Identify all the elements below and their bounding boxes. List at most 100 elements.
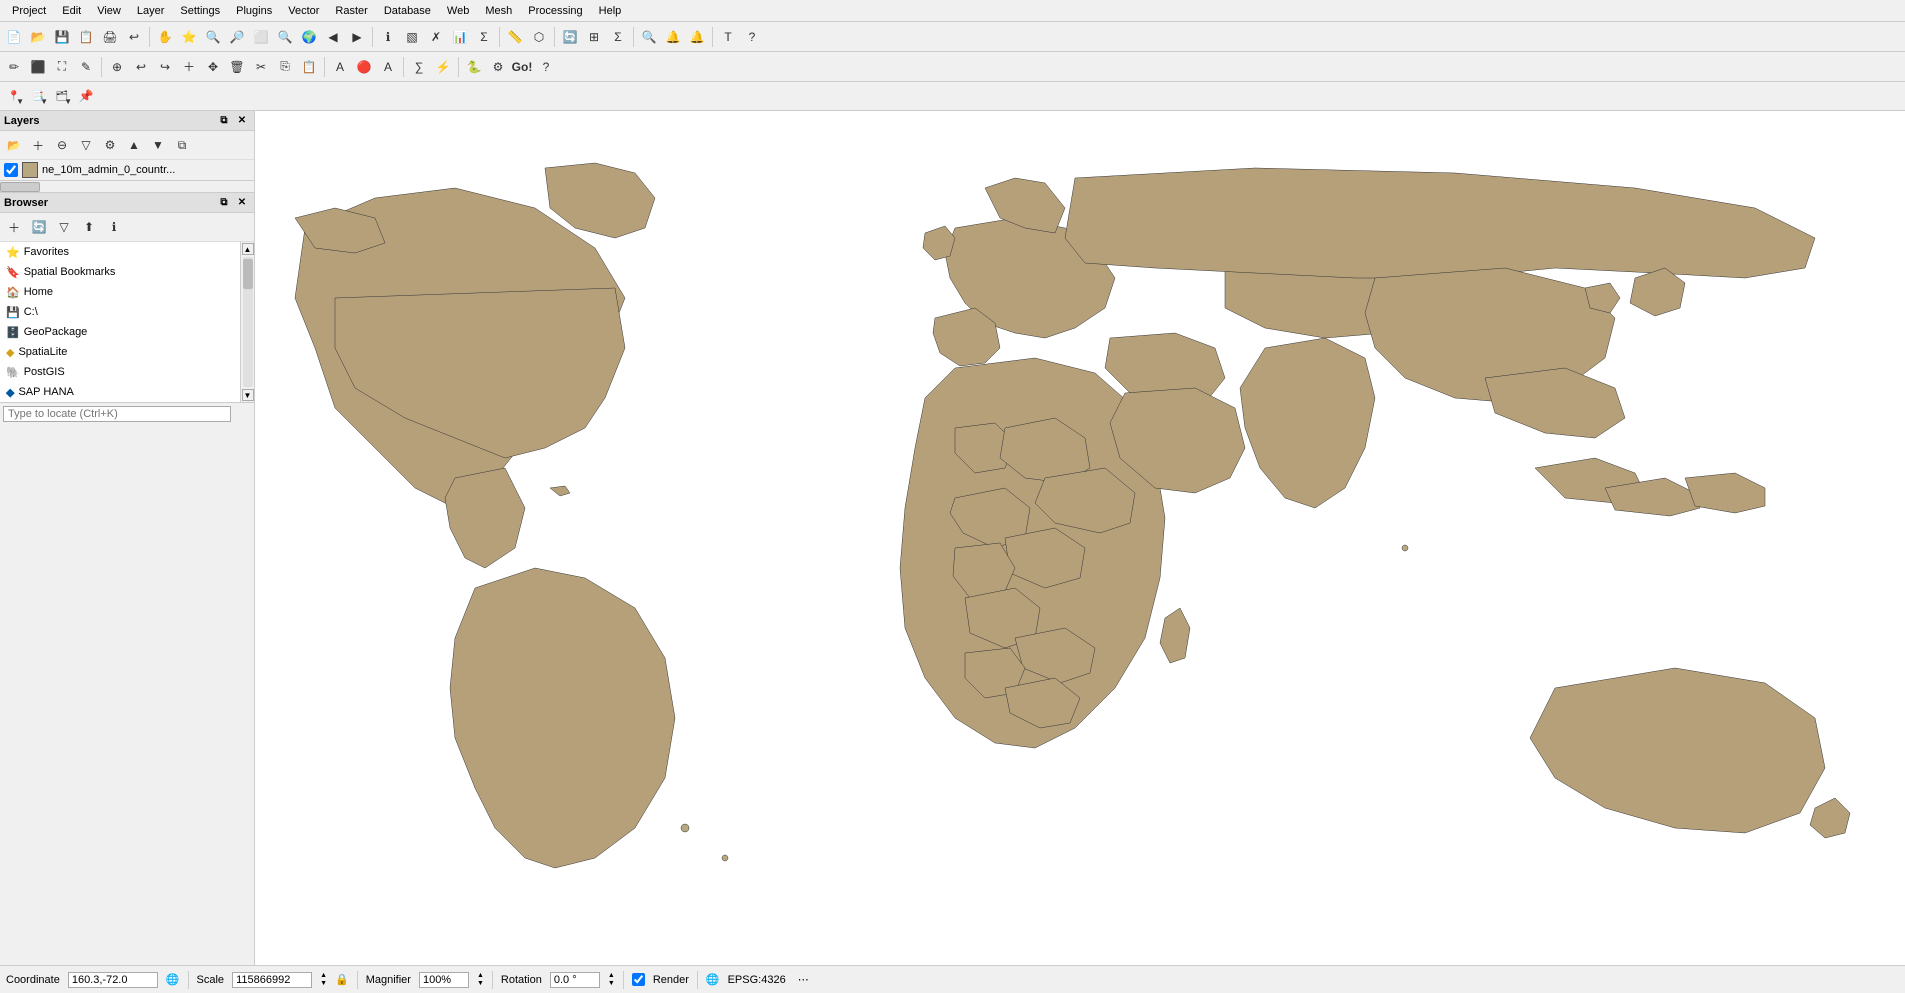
map-tips-btn[interactable]: 📍▼ bbox=[3, 85, 25, 107]
browser-add-btn[interactable]: ＋ bbox=[3, 216, 25, 238]
render-checkbox[interactable] bbox=[632, 973, 645, 986]
help-btn[interactable]: ? bbox=[741, 26, 763, 48]
move-feature-btn[interactable]: ✥ bbox=[202, 56, 224, 78]
open-layer-btn[interactable]: 📂 bbox=[3, 134, 25, 156]
zoom-in-btn[interactable]: 🔍 bbox=[202, 26, 224, 48]
zoom-out-btn[interactable]: 🔎 bbox=[226, 26, 248, 48]
tile-btn[interactable]: ⊞ bbox=[583, 26, 605, 48]
rotation-spinner[interactable]: ▲ ▼ bbox=[608, 972, 615, 988]
filter-layer-btn[interactable]: ▽ bbox=[75, 134, 97, 156]
label2-btn[interactable]: 🔴 bbox=[353, 56, 375, 78]
macro-btn[interactable]: ⚙ bbox=[487, 56, 509, 78]
layer-visibility-checkbox[interactable] bbox=[4, 163, 18, 177]
redo-btn[interactable]: ↪ bbox=[154, 56, 176, 78]
select-all-btn[interactable]: ⬛ bbox=[27, 56, 49, 78]
browser-filter-btn[interactable]: ▽ bbox=[53, 216, 75, 238]
browser-item-spatialite[interactable]: ◆ SpatiaLite bbox=[0, 342, 240, 362]
digitize-btn[interactable]: ✏ bbox=[3, 56, 25, 78]
toggle-edit-btn[interactable]: ✎ bbox=[75, 56, 97, 78]
cut-feature-btn[interactable]: ✂ bbox=[250, 56, 272, 78]
menu-layer[interactable]: Layer bbox=[129, 3, 173, 19]
label-btn[interactable]: A bbox=[329, 56, 351, 78]
paste-feature-btn[interactable]: 📋 bbox=[298, 56, 320, 78]
annotations-btn[interactable]: 📌 bbox=[75, 85, 97, 107]
node-tool-btn[interactable]: ⛶ bbox=[51, 56, 73, 78]
text-btn[interactable]: T bbox=[717, 26, 739, 48]
refresh-btn[interactable]: 🔄 bbox=[559, 26, 581, 48]
undo2-btn[interactable]: ↩ bbox=[130, 56, 152, 78]
new-project-btn[interactable]: 📄 bbox=[3, 26, 25, 48]
identify-btn[interactable]: ℹ bbox=[377, 26, 399, 48]
bookmarks-btn[interactable]: 📑▼ bbox=[27, 85, 49, 107]
open-project-btn[interactable]: 📂 bbox=[27, 26, 49, 48]
snap-btn[interactable]: ⊕ bbox=[106, 56, 128, 78]
layer-props-btn[interactable]: ⚙ bbox=[99, 134, 121, 156]
measure-area-btn[interactable]: ⬡ bbox=[528, 26, 550, 48]
layer-order-btn[interactable]: 🗂▼ bbox=[51, 85, 73, 107]
menu-vector[interactable]: Vector bbox=[280, 3, 327, 19]
browser-collapse-btn[interactable]: ⬆ bbox=[78, 216, 100, 238]
browser-item-geopackage[interactable]: 🗄️ GeoPackage bbox=[0, 322, 240, 342]
alert2-btn[interactable]: 🔔 bbox=[686, 26, 708, 48]
copy-feature-btn[interactable]: ⎘ bbox=[274, 56, 296, 78]
zoom-next-btn[interactable]: ▶ bbox=[346, 26, 368, 48]
magnifier-up-btn[interactable]: ▲ bbox=[477, 972, 484, 980]
menu-raster[interactable]: Raster bbox=[327, 3, 375, 19]
epsg-label[interactable]: EPSG:4326 bbox=[728, 974, 786, 986]
go-btn[interactable]: Go! bbox=[511, 56, 533, 78]
help2-btn[interactable]: ? bbox=[535, 56, 557, 78]
browser-item-home[interactable]: 🏠 Home bbox=[0, 282, 240, 302]
print-btn[interactable]: 🖨 bbox=[99, 26, 121, 48]
menu-settings[interactable]: Settings bbox=[172, 3, 228, 19]
browser-float-btn[interactable]: ⧉ bbox=[216, 195, 232, 211]
browser-item-cdrive[interactable]: 💾 C:\ bbox=[0, 302, 240, 322]
scale-up-btn[interactable]: ▲ bbox=[320, 972, 327, 980]
search-btn[interactable]: 🔍 bbox=[638, 26, 660, 48]
delete-feature-btn[interactable]: 🗑 bbox=[226, 56, 248, 78]
browser-refresh-btn[interactable]: 🔄 bbox=[28, 216, 50, 238]
move-up-btn[interactable]: ▲ bbox=[123, 134, 145, 156]
layers-scroll-thumb[interactable] bbox=[0, 182, 40, 192]
rotation-input[interactable] bbox=[550, 972, 600, 988]
layers-float-btn[interactable]: ⧉ bbox=[216, 113, 232, 129]
layers-horizontal-scrollbar[interactable] bbox=[0, 180, 254, 192]
field-calc-btn[interactable]: ∑ bbox=[408, 56, 430, 78]
scale-spinner[interactable]: ▲ ▼ bbox=[320, 972, 327, 988]
scroll-down-btn[interactable]: ▼ bbox=[242, 389, 254, 401]
duplicate-layer-btn[interactable]: ⧉ bbox=[171, 134, 193, 156]
zoom-rubber-btn[interactable]: ⬜ bbox=[250, 26, 272, 48]
menu-help[interactable]: Help bbox=[591, 3, 630, 19]
zoom-actual-btn[interactable]: 🔍 bbox=[274, 26, 296, 48]
menu-project[interactable]: Project bbox=[4, 3, 54, 19]
save-as-btn[interactable]: 📋 bbox=[75, 26, 97, 48]
select-btn[interactable]: ▧ bbox=[401, 26, 423, 48]
sum-btn[interactable]: Σ bbox=[607, 26, 629, 48]
browser-item-spatial-bookmarks[interactable]: 🔖 Spatial Bookmarks bbox=[0, 262, 240, 282]
scroll-thumb[interactable] bbox=[243, 259, 253, 289]
menu-edit[interactable]: Edit bbox=[54, 3, 89, 19]
messages-btn[interactable]: ⋯ bbox=[798, 973, 809, 986]
magnifier-down-btn[interactable]: ▼ bbox=[477, 980, 484, 988]
scale-down-btn[interactable]: ▼ bbox=[320, 980, 327, 988]
map-area[interactable] bbox=[255, 111, 1905, 965]
layer-color-swatch[interactable] bbox=[22, 162, 38, 178]
layers-close-btn[interactable]: ✕ bbox=[234, 113, 250, 129]
statistics-btn[interactable]: Σ bbox=[473, 26, 495, 48]
pan-to-selection-btn[interactable]: ⭐ bbox=[178, 26, 200, 48]
pan-btn[interactable]: ✋ bbox=[154, 26, 176, 48]
scale-input[interactable] bbox=[232, 972, 312, 988]
menu-database[interactable]: Database bbox=[376, 3, 439, 19]
browser-vertical-scrollbar[interactable]: ▲ ▼ bbox=[240, 242, 254, 402]
magnifier-spinner[interactable]: ▲ ▼ bbox=[477, 972, 484, 988]
undo-btn[interactable]: ↩ bbox=[123, 26, 145, 48]
add-feature-btn[interactable]: ＋ bbox=[178, 56, 200, 78]
browser-item-favorites[interactable]: ⭐ Favorites bbox=[0, 242, 240, 262]
add-layer-btn[interactable]: ＋ bbox=[27, 134, 49, 156]
rotation-up-btn[interactable]: ▲ bbox=[608, 972, 615, 980]
zoom-full-btn[interactable]: 🌍 bbox=[298, 26, 320, 48]
menu-plugins[interactable]: Plugins bbox=[228, 3, 280, 19]
menu-web[interactable]: Web bbox=[439, 3, 477, 19]
scroll-up-btn[interactable]: ▲ bbox=[242, 243, 254, 255]
remove-layer-btn[interactable]: ⊖ bbox=[51, 134, 73, 156]
crs-icon[interactable]: 🌐 bbox=[706, 973, 720, 986]
